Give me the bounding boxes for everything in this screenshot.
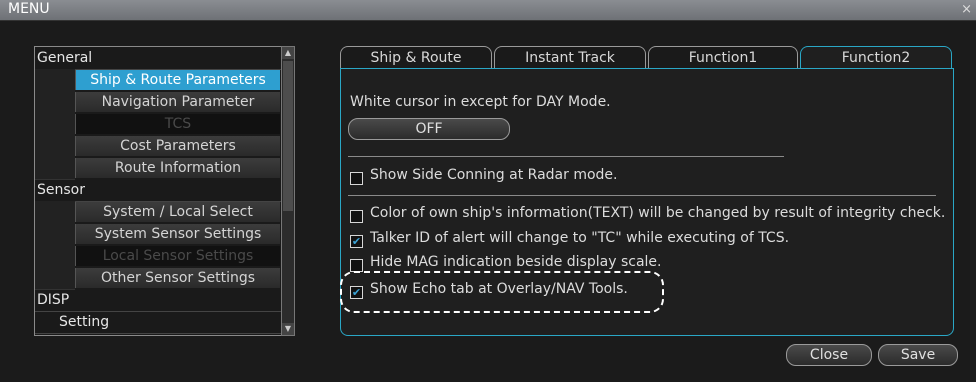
divider <box>348 195 936 196</box>
tree-item-label: TCS <box>75 114 280 134</box>
white-cursor-toggle-button[interactable]: OFF <box>348 118 510 140</box>
color-own-ship-checkbox[interactable] <box>350 210 363 223</box>
divider <box>348 156 784 157</box>
tree-item-cost-parameters[interactable]: Cost Parameters <box>35 135 281 158</box>
tree-gutter <box>35 91 75 114</box>
tree-category-general[interactable]: General <box>35 47 281 70</box>
tree-item-system-local-select[interactable]: System / Local Select <box>35 201 281 224</box>
white-cursor-label: White cursor in except for DAY Mode. <box>350 94 611 110</box>
tab-function2[interactable]: Function2 <box>800 46 952 69</box>
tree-item-label: System Sensor Settings <box>75 224 280 244</box>
tree-item-local-sensor-settings: Local Sensor Settings <box>35 245 281 268</box>
tree-item-label: Setting <box>35 311 281 334</box>
tree-category-label: Sensor <box>35 179 281 202</box>
tree-item-other-sensor-settings[interactable]: Other Sensor Settings <box>35 267 281 290</box>
tree-item-label: Other Sensor Settings <box>75 268 280 288</box>
show-side-conning-checkbox[interactable] <box>350 172 363 185</box>
save-button[interactable]: Save <box>878 344 958 366</box>
tree-item-ship-route-parameters[interactable]: Ship & Route Parameters <box>35 69 281 92</box>
tree-category-sensor[interactable]: Sensor <box>35 179 281 202</box>
tree-category-disp[interactable]: DISP <box>35 289 281 312</box>
show-echo-tab-checkbox[interactable]: ✔ <box>350 286 363 299</box>
tree-item-setting[interactable]: Setting <box>35 311 281 334</box>
color-own-ship-label: Color of own ship's information(TEXT) wi… <box>370 205 946 221</box>
tree-category-label: DISP <box>35 289 281 312</box>
show-echo-tab-label: Show Echo tab at Overlay/NAV Tools. <box>370 281 628 297</box>
tree-item-system-sensor-settings[interactable]: System Sensor Settings <box>35 223 281 246</box>
tree-item-label: Route Information <box>75 158 280 178</box>
tree-item-label: System / Local Select <box>75 202 280 222</box>
tree-gutter <box>35 157 75 180</box>
window-title: MENU <box>8 1 50 17</box>
scroll-thumb[interactable] <box>283 61 293 211</box>
tree-item-label: Cost Parameters <box>75 136 280 156</box>
tab-instant-track[interactable]: Instant Track <box>494 46 646 69</box>
talker-id-label: Talker ID of alert will change to "TC" w… <box>370 230 790 246</box>
title-bar: MENU × <box>0 0 976 21</box>
tab-ship-route[interactable]: Ship & Route <box>340 46 492 69</box>
tree-gutter <box>35 267 75 290</box>
tree-gutter <box>35 69 75 92</box>
hide-mag-label: Hide MAG indication beside display scale… <box>370 254 662 270</box>
tree-item-navigation-parameter[interactable]: Navigation Parameter <box>35 91 281 114</box>
tree-gutter <box>35 223 75 246</box>
tree-gutter <box>35 113 75 136</box>
tree-gutter <box>35 245 75 268</box>
tree-item-label: Ship & Route Parameters <box>75 70 280 90</box>
tree-scrollbar[interactable]: ▲ ▼ <box>281 46 295 336</box>
scroll-up-icon[interactable]: ▲ <box>282 47 294 59</box>
tab-function1[interactable]: Function1 <box>648 46 798 69</box>
scroll-down-icon[interactable]: ▼ <box>282 323 294 335</box>
tree-item-label: Navigation Parameter <box>75 92 280 112</box>
menu-window: MENU × General Ship & Route Parameters N… <box>0 0 976 382</box>
show-side-conning-label: Show Side Conning at Radar mode. <box>370 167 618 183</box>
settings-tree: General Ship & Route Parameters Navigati… <box>34 46 282 336</box>
tree-gutter <box>35 201 75 224</box>
close-button[interactable]: Close <box>786 344 872 366</box>
tree-gutter <box>35 135 75 158</box>
tree-item-route-information[interactable]: Route Information <box>35 157 281 180</box>
talker-id-checkbox[interactable]: ✔ <box>350 235 363 248</box>
tree-category-label: General <box>35 47 281 70</box>
tree-item-tcs: TCS <box>35 113 281 136</box>
close-window-icon[interactable]: × <box>961 2 972 17</box>
tree-item-label: Local Sensor Settings <box>75 246 280 266</box>
